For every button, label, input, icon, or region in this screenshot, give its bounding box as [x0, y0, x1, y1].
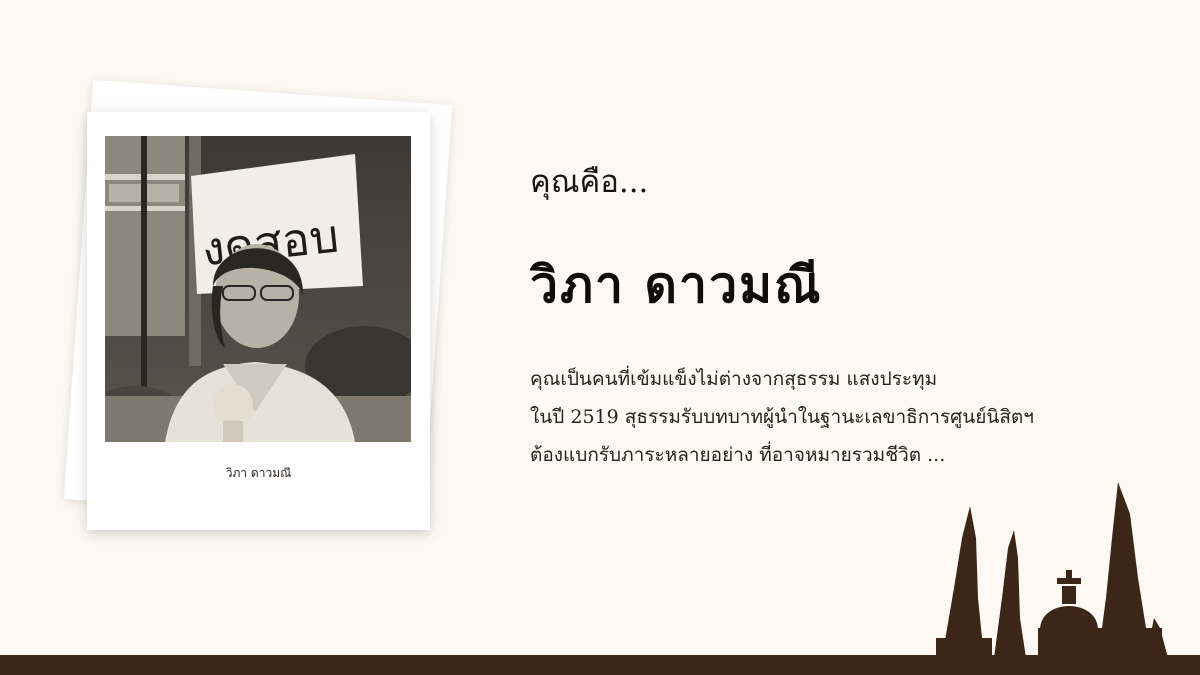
profile-polaroid: งดสอบ วิภา ดาวมณี	[87, 112, 430, 530]
description-line: คุณเป็นคนที่เข้มแข็งไม่ต่างจากสุธรรม แสง…	[530, 368, 938, 390]
profile-photo: งดสอบ	[105, 136, 411, 442]
photo-caption: วิภา ดาวมณี	[225, 466, 292, 480]
ground-strip	[0, 655, 1200, 675]
result-description: คุณเป็นคนที่เข้มแข็งไม่ต่างจากสุธรรม แสง…	[530, 360, 1130, 474]
democracy-monument-icon	[936, 482, 1168, 658]
description-line: ในปี 2519 สุธรรมรับบทบาทผู้นำในฐานะเลขาธ…	[530, 406, 1034, 428]
result-name: วิภา ดาวมณี	[530, 256, 823, 314]
result-intro: คุณคือ...	[530, 164, 649, 200]
description-line: ต้องแบกรับภาระหลายอย่าง ที่อาจหมายรวมชีว…	[530, 444, 946, 466]
